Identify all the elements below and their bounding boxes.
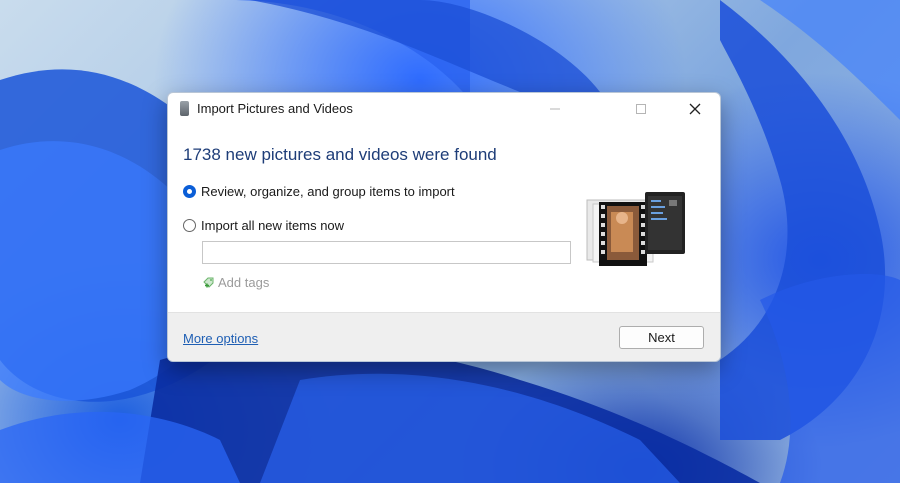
option-label: Import all new items now xyxy=(201,218,345,233)
dialog-footer: More options Next xyxy=(168,312,720,361)
minimize-button[interactable] xyxy=(532,93,578,125)
title-bar[interactable]: Import Pictures and Videos xyxy=(168,93,720,125)
maximize-button[interactable] xyxy=(618,93,664,125)
photo-film-stack-icon xyxy=(586,192,685,266)
option-label: Review, organize, and group items to imp… xyxy=(201,184,455,199)
option-import-all[interactable]: Import all new items now xyxy=(183,218,344,233)
minimize-icon xyxy=(550,108,560,110)
add-tags-link[interactable]: Add tags xyxy=(202,275,269,290)
add-tags-label: Add tags xyxy=(218,275,270,290)
maximize-icon xyxy=(636,104,646,114)
camera-device-icon xyxy=(180,101,189,116)
import-dialog: Import Pictures and Videos 1738 new pict… xyxy=(167,92,721,362)
radio-button-selected[interactable] xyxy=(183,185,196,198)
close-icon xyxy=(689,103,701,115)
more-options-link[interactable]: More options xyxy=(183,331,258,346)
found-items-headline: 1738 new pictures and videos were found xyxy=(183,145,497,164)
window-title: Import Pictures and Videos xyxy=(197,101,353,116)
option-review-organize[interactable]: Review, organize, and group items to imp… xyxy=(183,184,455,199)
next-button[interactable]: Next xyxy=(619,326,704,349)
close-button[interactable] xyxy=(672,93,718,125)
radio-button[interactable] xyxy=(183,219,196,232)
tags-input[interactable] xyxy=(202,241,571,264)
tag-add-icon xyxy=(203,277,214,288)
